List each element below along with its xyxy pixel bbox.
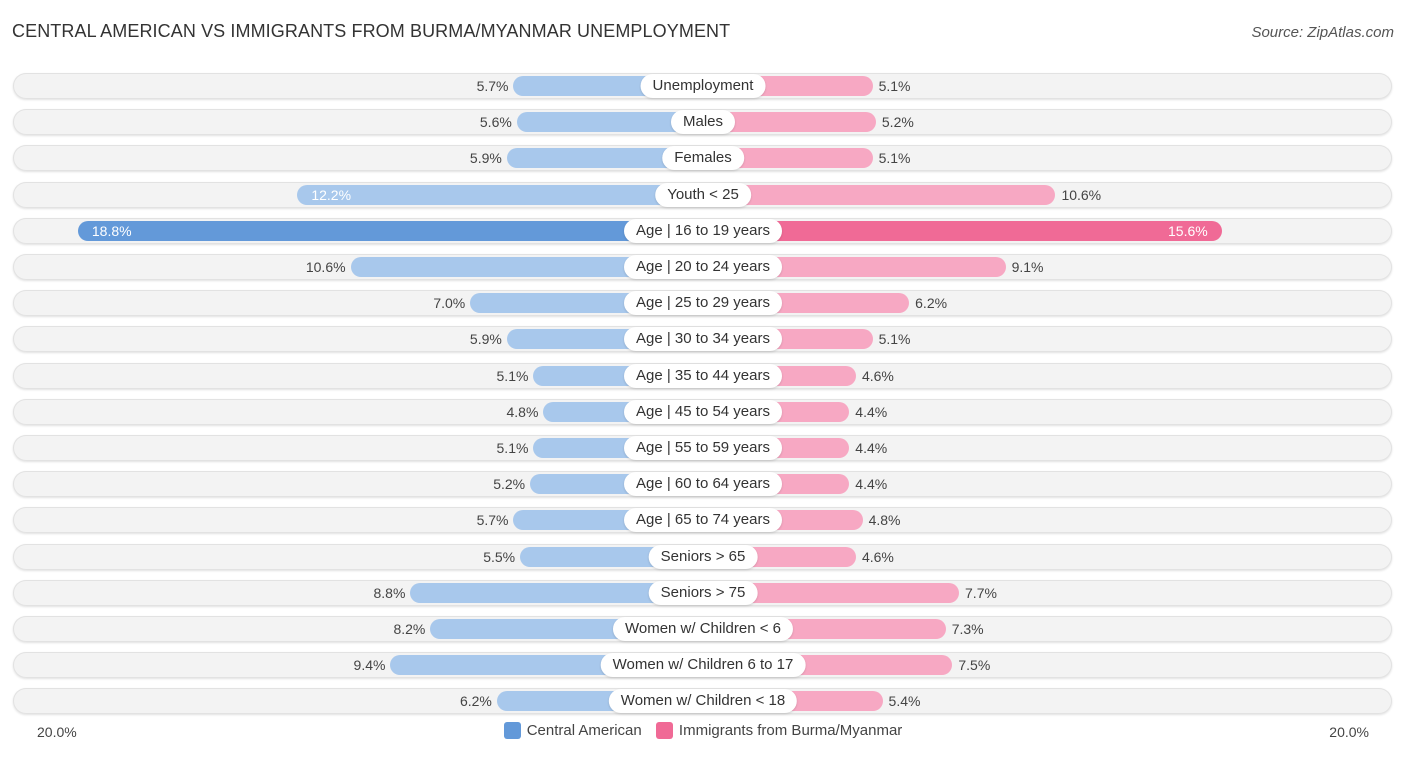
value-label-burma-myanmar: 4.6% xyxy=(861,368,894,384)
category-label: Males xyxy=(670,110,736,134)
value-label-burma-myanmar: 7.3% xyxy=(951,621,984,637)
category-label: Seniors > 75 xyxy=(648,581,758,605)
value-label-central-american: 7.0% xyxy=(433,295,466,311)
category-label: Age | 60 to 64 years xyxy=(624,472,782,496)
value-label-central-american: 8.2% xyxy=(393,621,426,637)
value-label-central-american: 5.5% xyxy=(483,549,516,565)
legend: Central American Immigrants from Burma/M… xyxy=(0,722,1406,743)
category-label: Women w/ Children < 18 xyxy=(608,689,798,713)
value-label-burma-myanmar: 5.1% xyxy=(878,150,911,166)
category-label: Age | 25 to 29 years xyxy=(624,291,782,315)
value-label-burma-myanmar: 4.8% xyxy=(868,512,901,528)
value-label-central-american: 12.2% xyxy=(311,187,352,203)
category-label: Age | 16 to 19 years xyxy=(624,219,782,243)
value-label-burma-myanmar: 4.4% xyxy=(855,440,888,456)
category-label: Age | 65 to 74 years xyxy=(624,508,782,532)
value-label-burma-myanmar: 5.1% xyxy=(878,331,911,347)
value-label-central-american: 10.6% xyxy=(305,259,346,275)
bar-central-american[interactable] xyxy=(77,221,703,241)
value-label-burma-myanmar: 9.1% xyxy=(1011,259,1044,275)
value-label-central-american: 8.8% xyxy=(373,585,406,601)
bar-burma-myanmar[interactable] xyxy=(703,185,1056,205)
value-label-burma-myanmar: 6.2% xyxy=(915,295,948,311)
value-label-central-american: 9.4% xyxy=(353,657,386,673)
value-label-central-american: 5.9% xyxy=(469,150,502,166)
category-label: Women w/ Children 6 to 17 xyxy=(600,653,806,677)
value-label-burma-myanmar: 4.4% xyxy=(855,476,888,492)
value-label-central-american: 5.9% xyxy=(469,331,502,347)
value-label-burma-myanmar: 7.5% xyxy=(958,657,991,673)
value-label-central-american: 5.1% xyxy=(496,440,529,456)
value-label-burma-myanmar: 7.7% xyxy=(965,585,997,601)
category-label: Age | 30 to 34 years xyxy=(624,327,782,351)
legend-label: Immigrants from Burma/Myanmar xyxy=(678,722,903,739)
legend-label: Central American xyxy=(526,722,642,739)
value-label-burma-myanmar: 4.6% xyxy=(861,549,894,565)
category-label: Age | 45 to 54 years xyxy=(624,400,782,424)
value-label-burma-myanmar: 5.4% xyxy=(888,693,921,709)
category-label: Age | 20 to 24 years xyxy=(624,255,782,279)
legend-swatch-central-american xyxy=(503,722,521,739)
value-label-central-american: 4.8% xyxy=(506,404,539,420)
value-label-burma-myanmar: 5.2% xyxy=(881,114,914,130)
value-label-central-american: 18.8% xyxy=(91,223,132,239)
value-label-central-american: 5.7% xyxy=(476,78,509,94)
value-label-burma-myanmar: 15.6% xyxy=(1168,223,1208,239)
value-label-central-american: 5.1% xyxy=(496,368,529,384)
value-label-central-american: 5.2% xyxy=(493,476,526,492)
category-label: Unemployment xyxy=(640,74,766,98)
legend-swatch-burma-myanmar xyxy=(655,722,673,739)
category-label: Seniors > 65 xyxy=(648,545,758,569)
value-label-burma-myanmar: 5.1% xyxy=(878,78,911,94)
category-label: Age | 35 to 44 years xyxy=(624,364,782,388)
chart-area: 5.7% 5.1% Unemployment 5.6% 5.2% Males 5.9% 5.1… xyxy=(0,0,1406,757)
value-label-burma-myanmar: 10.6% xyxy=(1061,187,1102,203)
category-label: Women w/ Children < 6 xyxy=(612,617,794,641)
value-label-burma-myanmar: 4.4% xyxy=(855,404,888,420)
bar-central-american[interactable] xyxy=(297,185,703,205)
value-label-central-american: 5.7% xyxy=(476,512,509,528)
legend-item-burma-myanmar[interactable]: Immigrants from Burma/Myanmar xyxy=(655,722,903,739)
category-label: Youth < 25 xyxy=(655,183,751,207)
value-label-central-american: 5.6% xyxy=(479,114,512,130)
category-label: Age | 55 to 59 years xyxy=(624,436,782,460)
value-label-central-american: 6.2% xyxy=(459,693,492,709)
legend-item-central-american[interactable]: Central American xyxy=(503,722,642,739)
category-label: Females xyxy=(662,146,744,170)
